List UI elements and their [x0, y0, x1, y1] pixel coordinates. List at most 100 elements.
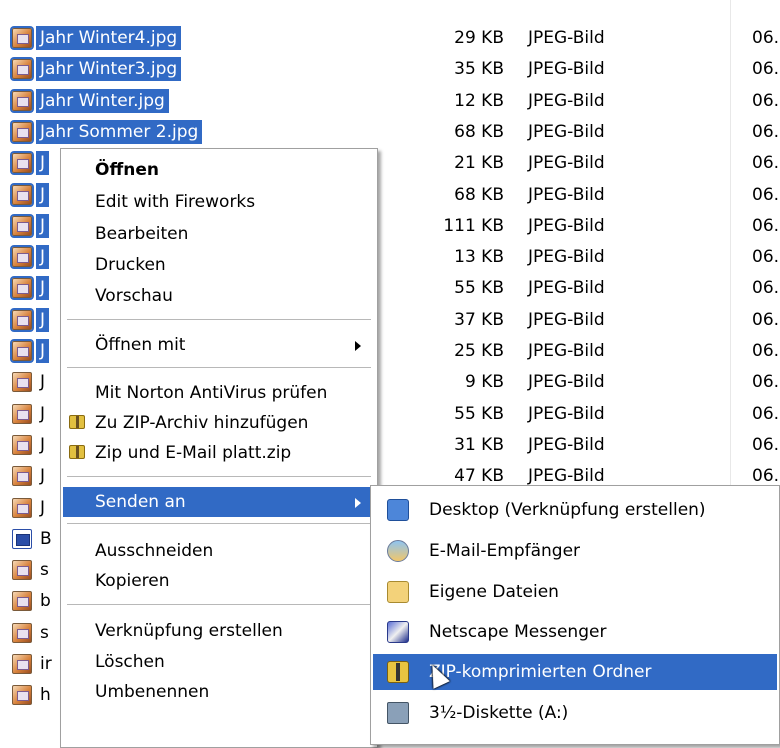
menu-item-print[interactable]: Drucken — [63, 250, 375, 280]
file-date: 06. — [752, 153, 780, 174]
menu-separator — [67, 476, 371, 477]
file-date: 06. — [752, 90, 780, 111]
menu-item-open-with-label: Öffnen mit — [95, 335, 186, 355]
jpeg-file-icon — [12, 466, 32, 487]
file-type: JPEG-Bild — [528, 28, 605, 48]
file-date: 06. — [752, 309, 780, 330]
sendto-netscape-label: Netscape Messenger — [429, 622, 607, 642]
file-date: 06. — [752, 403, 780, 424]
file-name: J — [36, 182, 50, 207]
menu-item-edit-fireworks-label: Edit with Fireworks — [95, 192, 256, 212]
file-name: Jahr Sommer 2.jpg — [36, 119, 203, 144]
file-type: JPEG-Bild — [528, 247, 605, 268]
file-date: 06. — [752, 434, 780, 455]
file-name: Jahr Winter.jpg — [36, 88, 169, 113]
jpeg-file-icon — [12, 341, 32, 361]
file-name: s — [40, 622, 49, 643]
jpeg-file-icon — [12, 372, 32, 393]
file-size: 35 KB — [454, 59, 504, 80]
file-name: Jahr Winter3.jpg — [36, 57, 182, 82]
file-size: 68 KB — [454, 121, 504, 142]
menu-item-zip-mail[interactable]: Zip und E-Mail platt.zip — [63, 438, 375, 468]
file-row[interactable]: Jahr Sommer 2.jpg 68 KB JPEG-Bild 06. — [0, 117, 780, 148]
file-name: J — [40, 466, 46, 487]
file-type: JPEG-Bild — [528, 153, 605, 174]
file-name: J — [36, 245, 50, 270]
jpeg-file-icon — [12, 184, 32, 205]
menu-item-edit[interactable]: Bearbeiten — [63, 219, 375, 249]
menu-item-delete[interactable]: Löschen — [63, 647, 375, 677]
file-type: JPEG-Bild — [528, 341, 605, 361]
file-name: J — [36, 151, 50, 176]
my-documents-icon — [387, 581, 409, 603]
file-row[interactable]: Jahr Winter.jpg 12 KB JPEG-Bild 06. — [0, 86, 780, 117]
file-type: JPEG-Bild — [528, 215, 605, 236]
file-date: 06. — [752, 372, 780, 393]
menu-item-edit-label: Bearbeiten — [95, 224, 189, 244]
menu-item-rename[interactable]: Umbenennen — [63, 677, 375, 707]
jpeg-file-icon — [12, 622, 32, 643]
file-size: 25 KB — [454, 341, 504, 361]
sendto-desktop[interactable]: Desktop (Verknüpfung erstellen) — [373, 492, 777, 528]
jpeg-file-icon — [12, 90, 32, 111]
floppy-drive-icon — [387, 702, 409, 724]
menu-item-zip-mail-label: Zip und E-Mail platt.zip — [95, 443, 292, 463]
menu-item-open[interactable]: Öffnen — [63, 155, 375, 185]
submenu-arrow-icon — [355, 341, 361, 351]
jpeg-file-icon — [12, 497, 32, 518]
jpeg-file-icon — [12, 654, 32, 674]
zip-folder-icon — [387, 661, 409, 683]
menu-item-zip-add[interactable]: Zu ZIP-Archiv hinzufügen — [63, 408, 375, 438]
jpeg-file-icon — [12, 121, 32, 142]
menu-item-send-to[interactable]: Senden an — [63, 487, 375, 517]
file-type: JPEG-Bild — [528, 372, 605, 393]
menu-item-norton[interactable]: Mit Norton AntiVirus prüfen — [63, 378, 375, 408]
sendto-mail[interactable]: E-Mail-Empfänger — [373, 533, 777, 569]
file-date: 06. — [752, 121, 780, 142]
submenu-arrow-icon — [355, 498, 361, 508]
file-size: 9 KB — [464, 372, 504, 393]
menu-item-zip-add-label: Zu ZIP-Archiv hinzufügen — [95, 413, 309, 433]
sendto-my-documents[interactable]: Eigene Dateien — [373, 574, 777, 610]
file-size: 68 KB — [454, 184, 504, 205]
zip-icon — [69, 415, 85, 429]
file-name: s — [40, 560, 49, 581]
file-type: JPEG-Bild — [528, 309, 605, 330]
sendto-floppy-label: 3½-Diskette (A:) — [429, 703, 569, 723]
jpeg-file-icon — [12, 309, 32, 330]
file-type: JPEG-Bild — [528, 184, 605, 205]
sendto-netscape[interactable]: Netscape Messenger — [373, 614, 777, 650]
file-size: 21 KB — [454, 153, 504, 174]
file-size: 31 KB — [454, 434, 504, 455]
file-name: J — [40, 403, 46, 424]
menu-item-open-with[interactable]: Öffnen mit — [63, 330, 375, 360]
sendto-floppy[interactable]: 3½-Diskette (A:) — [373, 695, 777, 731]
file-type: JPEG-Bild — [528, 59, 605, 80]
jpeg-file-icon — [12, 215, 32, 236]
jpeg-file-icon — [12, 278, 32, 299]
context-menu: Öffnen Edit with Fireworks Bearbeiten Dr… — [60, 148, 378, 748]
menu-item-send-to-label: Senden an — [95, 492, 186, 512]
file-row[interactable]: Jahr Winter3.jpg 35 KB JPEG-Bild 06. — [0, 54, 780, 85]
sendto-zip-folder-label: ZIP-komprimierten Ordner — [429, 662, 652, 682]
menu-item-cut[interactable]: Ausschneiden — [63, 536, 375, 566]
file-name: J — [40, 497, 46, 518]
menu-item-preview[interactable]: Vorschau — [63, 281, 375, 311]
file-type: JPEG-Bild — [528, 121, 605, 142]
jpeg-file-icon — [12, 434, 32, 455]
file-date: 06. — [752, 278, 780, 299]
word-document-icon — [12, 528, 32, 549]
menu-item-create-shortcut[interactable]: Verknüpfung erstellen — [63, 616, 375, 646]
menu-item-open-label: Öffnen — [95, 160, 159, 180]
menu-item-norton-label: Mit Norton AntiVirus prüfen — [95, 383, 328, 403]
file-name: J — [36, 339, 50, 363]
file-size: 111 KB — [443, 215, 504, 236]
menu-item-edit-fireworks[interactable]: Edit with Fireworks — [63, 187, 375, 217]
menu-item-copy[interactable]: Kopieren — [63, 566, 375, 596]
file-size: 55 KB — [454, 278, 504, 299]
file-row[interactable]: Jahr Winter4.jpg 29 KB JPEG-Bild 06. — [0, 23, 780, 54]
jpeg-file-icon — [12, 28, 32, 48]
jpeg-file-icon — [12, 247, 32, 268]
file-name: Jahr Winter4.jpg — [36, 26, 182, 50]
netscape-messenger-icon — [387, 621, 409, 643]
